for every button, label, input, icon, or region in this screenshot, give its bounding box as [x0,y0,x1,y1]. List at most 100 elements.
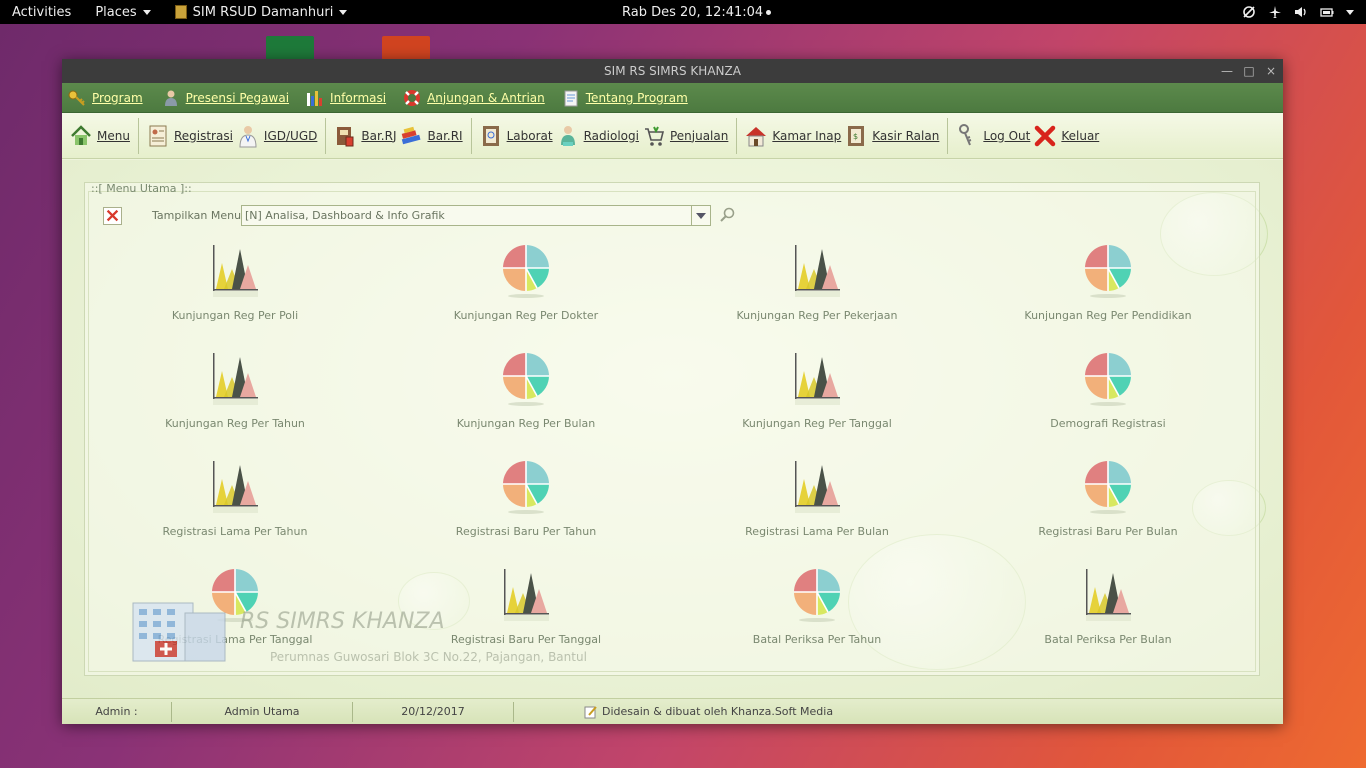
toolbar-barri-button[interactable]: Bar.RI [398,116,464,156]
dropdown-arrow-icon[interactable] [691,206,710,225]
volume-icon [1294,5,1308,19]
house-icon [746,126,767,146]
toolbar-registrasi-button[interactable]: Registrasi [145,116,235,156]
minimize-icon[interactable]: — [1221,65,1233,77]
menu-item[interactable]: Batal Periksa Per Bulan [988,567,1228,663]
home-icon [71,124,91,145]
menu-item[interactable]: Registrasi Baru Per Tahun [406,459,646,555]
desktop-presentation-icon[interactable] [382,36,430,60]
maximize-icon[interactable]: □ [1243,65,1255,77]
toolbar-keluar-button[interactable]: Keluar [1032,116,1101,156]
registration-form-icon [149,125,167,146]
menu-item-label: Kunjungan Reg Per Pekerjaan [736,309,898,322]
area-chart-icon [115,459,355,515]
menu-item[interactable]: Registrasi Lama Per Bulan [697,459,937,555]
medicine-stack-icon [402,126,421,144]
menu-filter-value: [N] Analisa, Dashboard & Info Grafik [245,209,445,222]
watermark-title: RS SIMRS KHANZA [240,609,445,634]
toolbar-logout-button[interactable]: Log Out [954,116,1032,156]
menu-item[interactable]: Kunjungan Reg Per Poli [115,243,355,339]
toolbar-kamar-inap-button[interactable]: Kamar Inap [743,116,843,156]
app-window: SIM RS SIMRS KHANZA — □ × Program Presen… [62,59,1283,724]
menu-item[interactable]: Kunjungan Reg Per Dokter [406,243,646,339]
toolbar-separator [325,117,327,154]
clock[interactable]: Rab Des 20, 12:41:04 [622,0,772,24]
menu-item-label: Batal Periksa Per Tahun [752,633,882,646]
system-tray[interactable] [1242,0,1354,24]
toolbar-igd-button[interactable]: IGD/UGD [235,116,319,156]
toolbar-barrj-button[interactable]: Bar.RJ [332,116,398,156]
pie-chart-icon [697,567,937,623]
menu-anjungan-label: Anjungan & Antrian [427,90,545,105]
toolbar-kamar-inap-label: Kamar Inap [772,128,842,143]
menu-item[interactable]: Registrasi Baru Per Bulan [988,459,1228,555]
pharmacy-book-icon [337,126,354,146]
close-menu-button[interactable] [103,207,122,225]
menu-item-label: Kunjungan Reg Per Poli [171,309,299,322]
menu-tentang-program[interactable]: Tentang Program [562,89,688,107]
menu-item[interactable]: Kunjungan Reg Per Pendidikan [988,243,1228,339]
toolbar-kasir-ralan-button[interactable]: $ Kasir Ralan [843,116,941,156]
menu-item-label: Registrasi Lama Per Tahun [162,525,308,538]
menu-item[interactable]: Registrasi Lama Per Tahun [115,459,355,555]
menu-item[interactable]: Kunjungan Reg Per Tanggal [697,351,937,447]
menu-bar: Program Presensi Pegawai Informasi Anjun… [62,83,1283,113]
tool-bar: Menu Registrasi IGD/UGD Bar.RJ Bar.RI La… [62,113,1283,159]
toolbar-radiologi-button[interactable]: Radiologi [555,116,641,156]
menu-item-label: Kunjungan Reg Per Tanggal [742,417,892,430]
toolbar-barri-label: Bar.RI [427,128,463,143]
status-user-label: Admin : [62,701,172,722]
chevron-down-icon [1346,9,1354,15]
toolbar-menu-button[interactable]: Menu [68,116,132,156]
doctor-icon [239,125,257,147]
menu-informasi[interactable]: Informasi [306,89,386,107]
toolbar-laborat-button[interactable]: Laborat [478,116,555,156]
app-menu[interactable]: SIM RSUD Damanhuri [163,0,360,24]
area-chart-icon [988,567,1228,623]
menu-item-label: Batal Periksa Per Bulan [1044,633,1172,646]
toolbar-separator [137,117,139,154]
places-menu[interactable]: Places [83,0,162,24]
toolbar-igd-label: IGD/UGD [263,128,318,143]
toolbar-radiologi-label: Radiologi [583,128,639,143]
menu-anjungan-antrian[interactable]: Anjungan & Antrian [403,89,545,107]
gnome-top-bar: Activities Places SIM RSUD Damanhuri Rab… [0,0,1366,24]
toolbar-logout-label: Log Out [983,128,1031,143]
status-credit: Didesain & dibuat oleh Khanza.Soft Media [514,705,833,719]
hospital-building-icon [132,602,226,662]
places-label: Places [95,4,137,20]
menu-item[interactable]: Kunjungan Reg Per Tahun [115,351,355,447]
menu-item[interactable]: Demografi Registrasi [988,351,1228,447]
pie-chart-icon [988,243,1228,299]
menu-item-label: Registrasi Lama Per Bulan [745,525,889,538]
toolbar-separator [736,117,738,154]
menu-item[interactable]: Kunjungan Reg Per Bulan [406,351,646,447]
menu-item[interactable]: Kunjungan Reg Per Pekerjaan [697,243,937,339]
toolbar-menu-label: Menu [97,128,130,143]
menu-filter-select[interactable]: [N] Analisa, Dashboard & Info Grafik [241,205,711,226]
menu-tentang-label: Tentang Program [585,90,688,105]
activities-button[interactable]: Activities [0,0,83,24]
pie-chart-icon [406,459,646,515]
menu-item-label: Demografi Registrasi [1050,417,1166,430]
close-red-icon [106,209,119,222]
menu-item[interactable]: Batal Periksa Per Tahun [697,567,937,663]
panel-title: ::[ Menu Utama ]:: [91,182,192,195]
user-value-text: Admin Utama [224,705,300,718]
app-menu-label: SIM RSUD Damanhuri [192,4,334,20]
menu-presensi-label: Presensi Pegawai [185,90,290,105]
airplane-icon [1268,5,1282,19]
toolbar-separator [470,117,472,154]
toolbar-penjualan-button[interactable]: Penjualan [641,116,730,156]
notification-dot-icon [766,9,772,15]
desktop-spreadsheet-icon[interactable] [266,36,314,60]
menu-item-label: Kunjungan Reg Per Tahun [165,417,305,430]
menu-presensi-pegawai[interactable]: Presensi Pegawai [162,89,289,107]
menu-program[interactable]: Program [68,89,143,107]
toolbar-laborat-label: Laborat [506,128,553,143]
svg-text:$: $ [853,132,858,141]
close-icon[interactable]: × [1265,65,1277,77]
window-titlebar[interactable]: SIM RS SIMRS KHANZA — □ × [62,59,1283,83]
document-icon [564,90,578,106]
search-icon[interactable] [719,207,735,223]
